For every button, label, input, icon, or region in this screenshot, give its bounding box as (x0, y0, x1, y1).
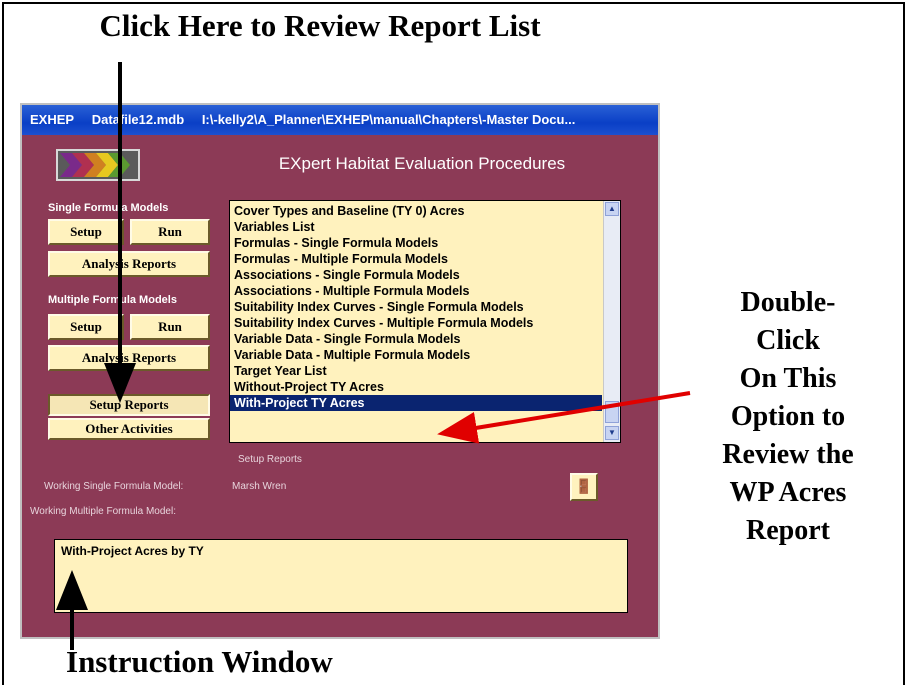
arrow-to-with-project-item (437, 391, 691, 444)
annotation-arrows (56, 62, 691, 650)
